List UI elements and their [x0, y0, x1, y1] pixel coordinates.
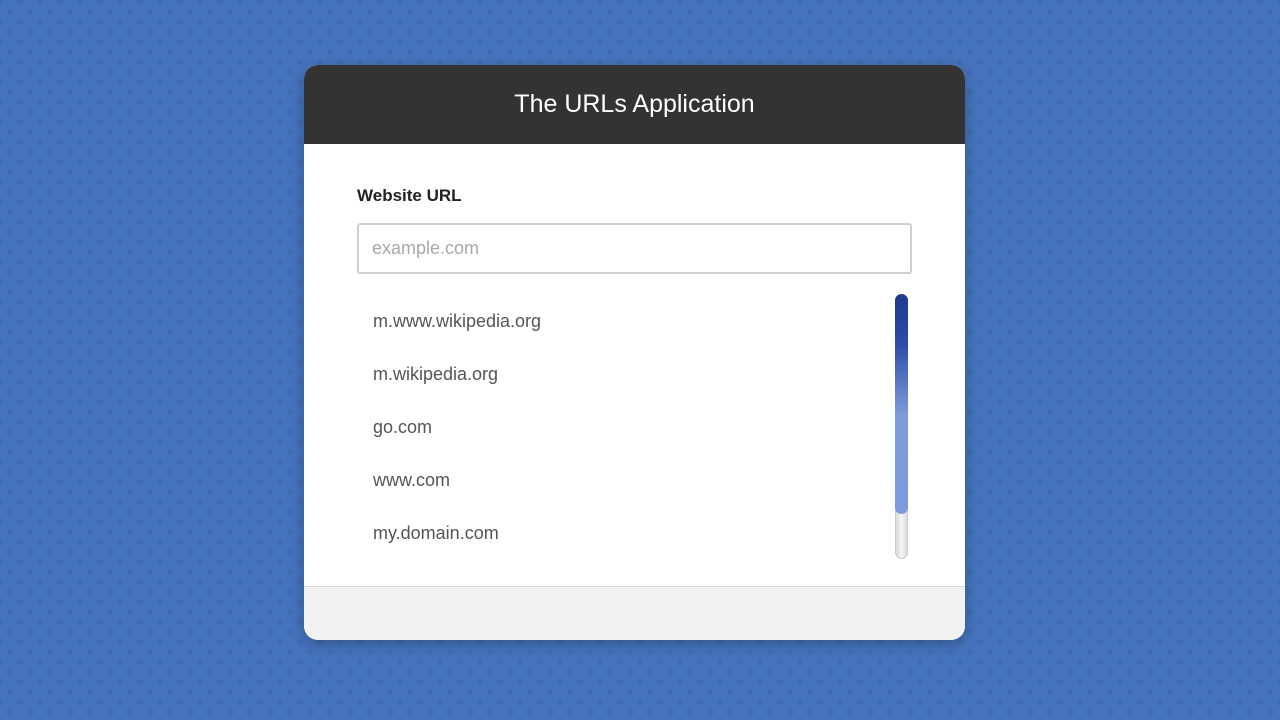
url-suggestion-item[interactable]: m.www.wikipedia.org — [357, 295, 887, 348]
page-background: { "app": { "title": "The URLs Applicatio… — [0, 0, 1280, 720]
website-url-input[interactable] — [357, 223, 912, 274]
website-url-label: Website URL — [357, 186, 462, 205]
url-suggestion-item[interactable]: m.wikipedia.org — [357, 348, 887, 401]
app-header: The URLs Application — [304, 65, 965, 144]
app-body: Website URL m.www.wikipedia.org m.wikipe… — [304, 144, 965, 587]
url-suggestion-item[interactable]: www.com — [357, 454, 887, 507]
suggestion-scrollbar-thumb[interactable] — [895, 294, 908, 514]
app-footer — [304, 586, 965, 640]
app-card: The URLs Application Website URL m.www.w… — [304, 65, 965, 640]
url-suggestion-list: m.www.wikipedia.org m.wikipedia.org go.c… — [357, 295, 887, 561]
app-title: The URLs Application — [514, 90, 755, 118]
url-suggestion-item[interactable]: go.com — [357, 401, 887, 454]
url-suggestion-item[interactable]: my.domain.com — [357, 507, 887, 560]
